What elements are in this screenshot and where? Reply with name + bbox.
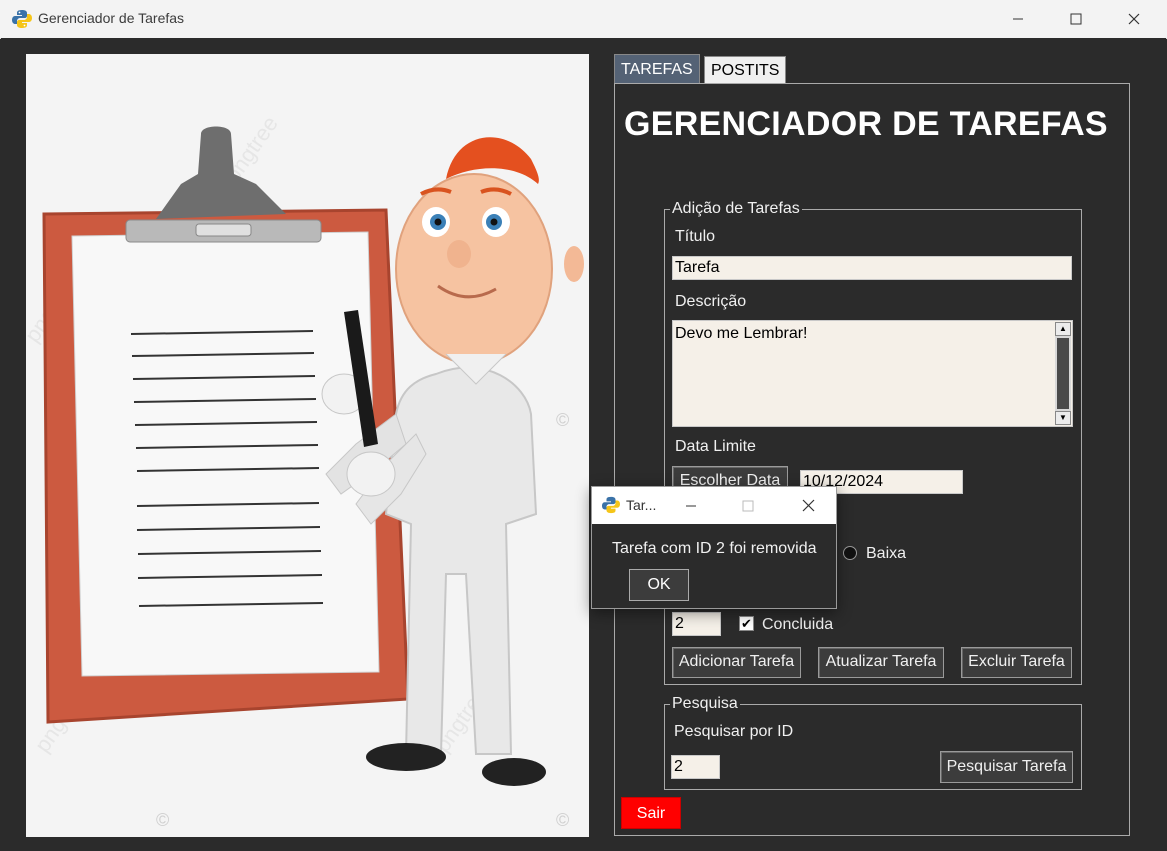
copyright-mark: © <box>556 410 569 430</box>
dialog-title: Tar... <box>626 497 657 513</box>
copyright-mark: © <box>556 810 569 830</box>
search-task-button[interactable]: Pesquisar Tarefa <box>940 751 1073 783</box>
window-title: Gerenciador de Tarefas <box>38 10 185 26</box>
tab-tarefas[interactable]: TAREFAS <box>614 54 700 83</box>
description-textarea[interactable]: Devo me Lembrar! ▲ ▼ <box>672 320 1073 427</box>
task-id-input[interactable]: 2 <box>672 612 721 636</box>
dialog-message: Tarefa com ID 2 foi removida <box>612 540 817 557</box>
copyright-mark: © <box>156 810 169 830</box>
python-app-icon <box>12 10 32 28</box>
illustration-panel: pngtree pngtree pngtree pngtree pngtree … <box>20 54 589 837</box>
search-group-legend: Pesquisa <box>672 695 738 712</box>
description-label: Descrição <box>675 293 747 310</box>
title-input[interactable]: Tarefa <box>672 256 1072 280</box>
add-task-group-legend: Adição de Tarefas <box>672 200 800 217</box>
update-task-button[interactable]: Atualizar Tarefa <box>818 647 944 678</box>
dialog-body: Tarefa com ID 2 foi removida OK <box>592 524 836 608</box>
add-task-button[interactable]: Adicionar Tarefa <box>672 647 801 678</box>
deadline-label: Data Limite <box>675 438 756 455</box>
priority-low-label: Baixa <box>866 545 907 562</box>
info-dialog: Tar... Tarefa com ID 2 foi removida OK <box>591 486 837 609</box>
delete-task-button[interactable]: Excluir Tarefa <box>961 647 1072 678</box>
page-title: GERENCIADOR DE TAREFAS <box>624 105 1108 143</box>
close-icon <box>1128 13 1140 25</box>
title-label: Título <box>675 228 716 245</box>
minimize-button[interactable] <box>989 0 1047 38</box>
maximize-button[interactable] <box>1047 0 1105 38</box>
clipboard-character-illustration: pngtree pngtree pngtree pngtree pngtree … <box>20 111 584 830</box>
search-id-input[interactable]: 2 <box>671 755 720 779</box>
description-text: Devo me Lembrar! <box>675 325 808 342</box>
dialog-titlebar: Tar... <box>592 487 836 524</box>
close-icon[interactable] <box>802 499 815 512</box>
maximize-icon <box>742 500 754 512</box>
search-id-label: Pesquisar por ID <box>674 723 794 740</box>
maximize-icon <box>1070 13 1082 25</box>
completed-checkbox[interactable]: ✔ <box>739 616 754 631</box>
scroll-up-icon[interactable]: ▲ <box>1055 322 1071 336</box>
dialog-ok-button[interactable]: OK <box>629 569 689 601</box>
completed-label: Concluida <box>762 616 834 633</box>
python-app-icon <box>602 496 620 514</box>
tab-postits[interactable]: POSTITS <box>704 56 787 83</box>
description-scrollbar[interactable]: ▲ ▼ <box>1055 322 1071 425</box>
minimize-icon[interactable] <box>685 500 697 512</box>
scroll-down-icon[interactable]: ▼ <box>1055 411 1071 425</box>
window-titlebar: Gerenciador de Tarefas <box>0 0 1167 39</box>
priority-low-radio[interactable] <box>843 546 857 560</box>
exit-button[interactable]: Sair <box>621 797 681 829</box>
minimize-icon <box>1013 18 1023 20</box>
close-window-button[interactable] <box>1105 0 1163 38</box>
scrollbar-thumb[interactable] <box>1057 338 1069 409</box>
